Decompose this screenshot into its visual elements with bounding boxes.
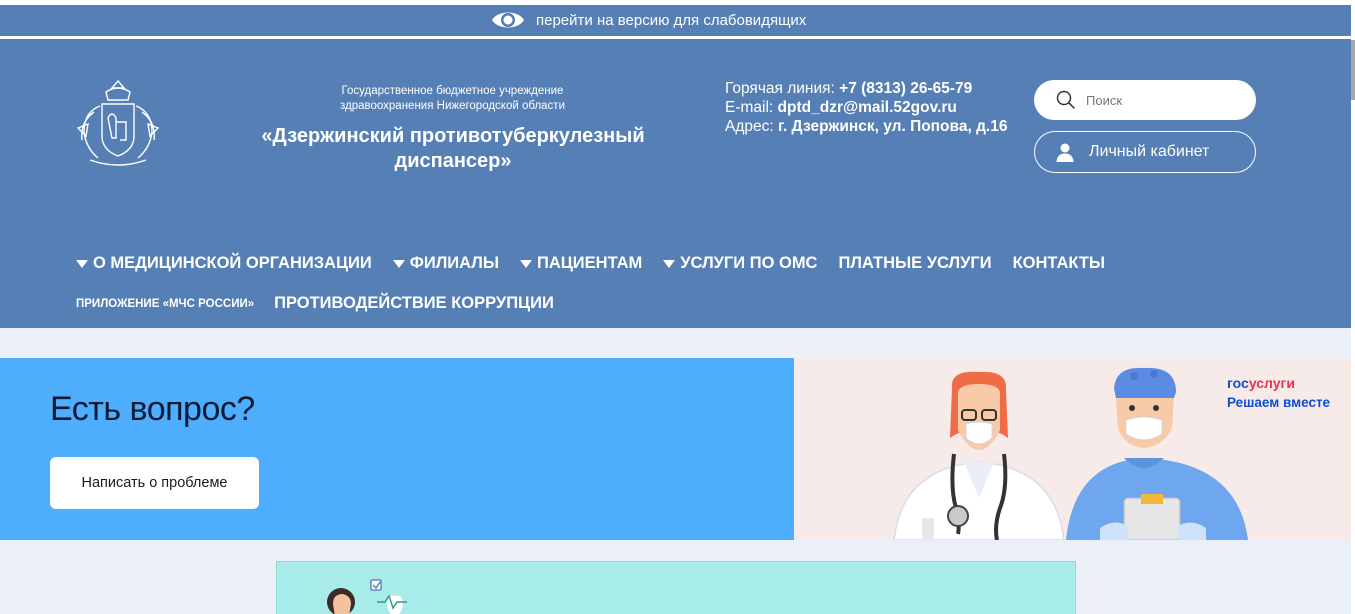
hotline-phone[interactable]: +7 (8313) 26-65-79 — [839, 80, 972, 97]
organization-name[interactable]: «Дзержинский противотуберкулезный диспан… — [228, 124, 678, 174]
address-label: Адрес: — [725, 118, 774, 135]
search-box[interactable] — [1034, 80, 1256, 120]
accessibility-bar: перейти на версию для слабовидящих — [0, 0, 1355, 40]
nav-item-about[interactable]: О МЕДИЦИНСКОЙ ОРГАНИЗАЦИИ — [76, 254, 372, 273]
user-icon — [1056, 143, 1074, 162]
page: перейти на версию для слабовидящих Госуд… — [0, 0, 1355, 614]
low-vision-version-link[interactable]: перейти на версию для слабовидящих — [490, 7, 806, 33]
banner-title: Есть вопрос? — [50, 390, 255, 428]
nav-item-label: КОНТАКТЫ — [1012, 254, 1106, 272]
nav-item-patients[interactable]: ПАЦИЕНТАМ — [519, 254, 643, 273]
promo-teaser-banner[interactable] — [276, 561, 1076, 614]
hotline-label: Горячая линия: — [725, 80, 835, 97]
gosuslugi-logo-part2: услуги — [1248, 375, 1295, 391]
nurse-illustration — [327, 579, 407, 614]
hotline-row: Горячая линия: +7 (8313) 26-65-79 — [725, 79, 1025, 98]
caret-down-icon — [519, 259, 532, 268]
nav-item-label: О МЕДИЦИНСКОЙ ОРГАНИЗАЦИИ — [93, 254, 372, 272]
caret-down-icon — [392, 259, 405, 268]
email-label: E-mail: — [725, 99, 774, 116]
nav-item-anti-corruption[interactable]: ПРОТИВОДЕЙСТВИЕ КОРРУПЦИИ — [274, 294, 554, 313]
address-row: Адрес: г. Дзержинск, ул. Попова, д.16 — [725, 117, 1025, 136]
personal-account-button[interactable]: Личный кабинет — [1034, 131, 1256, 173]
nav-item-mchs-app[interactable]: ПРИЛОЖЕНИЕ «МЧС РОССИИ» — [76, 298, 254, 310]
nav-item-label: ПРИЛОЖЕНИЕ «МЧС РОССИИ» — [76, 297, 255, 310]
nav-item-label: ПЛАТНЫЕ УСЛУГИ — [838, 254, 992, 272]
nav-item-label: ФИЛИАЛЫ — [409, 254, 499, 272]
personal-account-label: Личный кабинет — [1089, 143, 1210, 160]
nav-item-label: ПРОТИВОДЕЙСТВИЕ КОРРУПЦИИ — [274, 294, 554, 312]
search-input[interactable] — [1086, 92, 1256, 108]
banner-illustration-panel: госуслуги Решаем вместе — [794, 358, 1355, 540]
nav-item-label: УСЛУГИ ПО ОМС — [680, 254, 818, 272]
address-value: г. Дзержинск, ул. Попова, д.16 — [778, 118, 1008, 135]
scrollbar-thumb[interactable] — [1351, 40, 1355, 100]
divider — [0, 36, 1355, 39]
nav-item-branches[interactable]: ФИЛИАЛЫ — [392, 254, 499, 273]
eye-icon — [492, 12, 524, 28]
gosuslugi-tagline: Решаем вместе — [1227, 395, 1331, 410]
low-vision-link-label: перейти на версию для слабовидящих — [536, 11, 807, 29]
caret-down-icon — [663, 259, 676, 268]
banner-left-panel: Есть вопрос? Написать о проблеме — [0, 358, 794, 540]
question-banner: Есть вопрос? Написать о проблеме госуслу… — [0, 358, 1355, 540]
nav-item-paid-services[interactable]: ПЛАТНЫЕ УСЛУГИ — [838, 254, 991, 273]
gosuslugi-logo[interactable]: госуслуги Решаем вместе — [1227, 374, 1330, 412]
nav-item-contacts[interactable]: КОНТАКТЫ — [1013, 254, 1106, 273]
site-header: Государственное бюджетное учреждение здр… — [0, 40, 1355, 328]
write-problem-button[interactable]: Написать о проблеме — [50, 457, 259, 509]
search-icon[interactable] — [1056, 90, 1076, 110]
email-row: E-mail: dptd_dzr@mail.52gov.ru — [725, 98, 1025, 117]
divider — [0, 0, 1355, 5]
nav-item-label: ПАЦИЕНТАМ — [536, 254, 643, 272]
nav-item-oms-services[interactable]: УСЛУГИ ПО ОМС — [663, 254, 817, 273]
coat-of-arms-logo[interactable] — [72, 78, 164, 172]
caret-down-icon — [76, 259, 88, 268]
contacts-block: Горячая линия: +7 (8313) 26-65-79 E-mail… — [725, 79, 1025, 136]
email-address[interactable]: dptd_dzr@mail.52gov.ru — [778, 99, 957, 116]
gosuslugi-logo-part1: гос — [1227, 375, 1249, 391]
secondary-nav: ПРИЛОЖЕНИЕ «МЧС РОССИИ» ПРОТИВОДЕЙСТВИЕ … — [76, 294, 575, 313]
organization-subtitle: Государственное бюджетное учреждение здр… — [340, 85, 565, 112]
main-nav: О МЕДИЦИНСКОЙ ОРГАНИЗАЦИИ ФИЛИАЛЫ ПАЦИЕН… — [76, 254, 1126, 273]
